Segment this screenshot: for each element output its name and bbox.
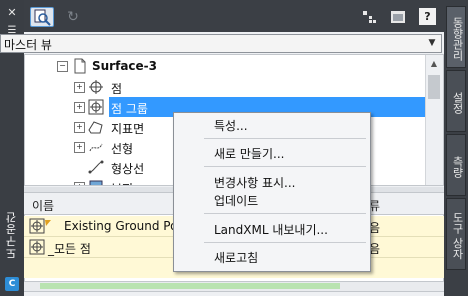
- point-group-icon: [88, 99, 104, 115]
- tree-item-label: Surface-3: [92, 59, 158, 73]
- collapse-icon[interactable]: −: [57, 61, 68, 72]
- tab-settings[interactable]: 설정: [446, 70, 466, 132]
- scroll-up-icon[interactable]: ▲: [427, 58, 441, 70]
- expand-icon[interactable]: +: [74, 182, 85, 185]
- palette-title: 도구공간: [5, 211, 18, 259]
- view-select-value: 마스터 뷰: [4, 38, 52, 52]
- tree-item-label: 부지: [111, 180, 133, 185]
- surface-icon: [88, 119, 104, 135]
- point-icon: [88, 79, 104, 95]
- tree-item-label: 지표면: [111, 122, 145, 136]
- tree-structure-icon[interactable]: [362, 9, 378, 25]
- point-group-icon: [29, 218, 51, 234]
- menu-item-refresh[interactable]: 새로고침: [214, 249, 258, 266]
- tree-item-label: 형상선: [111, 162, 145, 176]
- chevron-down-icon: ▼: [428, 38, 436, 48]
- list-row-name: Existing Ground Poi: [64, 219, 181, 233]
- window-layout-icon[interactable]: [390, 9, 406, 25]
- site-icon: [88, 179, 104, 185]
- magnifier-icon: [34, 9, 51, 26]
- menu-separator: [204, 242, 366, 243]
- tree-item-points[interactable]: + 점: [25, 77, 425, 97]
- refresh-icon[interactable]: ↻: [64, 8, 82, 26]
- expand-icon[interactable]: +: [74, 122, 85, 133]
- list-row-name: _모든 점: [48, 242, 91, 256]
- tree-item-label: 점: [111, 82, 123, 96]
- civil3d-logo-icon: C: [5, 277, 19, 291]
- expand-icon[interactable]: +: [74, 102, 85, 113]
- column-header-name[interactable]: 이름: [32, 197, 54, 214]
- help-button[interactable]: ?: [419, 8, 436, 25]
- context-menu: 특성... 새로 만들기... 변경사항 표시... 업데이트 LandXML …: [173, 112, 371, 272]
- alignment-icon: [88, 139, 104, 155]
- tab-survey[interactable]: 측량: [446, 134, 466, 196]
- expand-icon[interactable]: +: [74, 142, 85, 153]
- menu-item-update[interactable]: 업데이트: [214, 192, 258, 209]
- menu-separator: [204, 213, 366, 214]
- menu-item-properties[interactable]: 특성...: [214, 117, 248, 134]
- tab-toolbox[interactable]: 도구 상자: [446, 198, 466, 270]
- tree-scrollbar-thumb[interactable]: [428, 75, 440, 99]
- tree-item-label: 선형: [111, 142, 134, 156]
- menu-item-landxml-export[interactable]: LandXML 내보내기...: [214, 221, 328, 238]
- item-view-button[interactable]: [30, 7, 54, 27]
- tab-prospector[interactable]: 동향관리: [446, 6, 466, 68]
- tree-item-surface[interactable]: − Surface-3: [25, 56, 425, 76]
- document-icon: [72, 58, 88, 74]
- menu-item-show-changes[interactable]: 변경사항 표시...: [214, 174, 296, 191]
- point-group-icon: [29, 239, 45, 255]
- menu-separator: [204, 166, 366, 167]
- menu-item-new[interactable]: 새로 만들기...: [214, 145, 284, 162]
- view-select[interactable]: 마스터 뷰 ▼: [0, 34, 442, 53]
- menu-separator: [204, 138, 366, 139]
- feature-line-icon: [88, 159, 104, 175]
- list-scrollbar-thumb[interactable]: [40, 283, 340, 289]
- tree-item-label: 점 그룹: [111, 102, 148, 116]
- toolbar: [24, 0, 444, 32]
- close-icon[interactable]: ✕: [5, 6, 19, 20]
- expand-icon[interactable]: +: [74, 82, 85, 93]
